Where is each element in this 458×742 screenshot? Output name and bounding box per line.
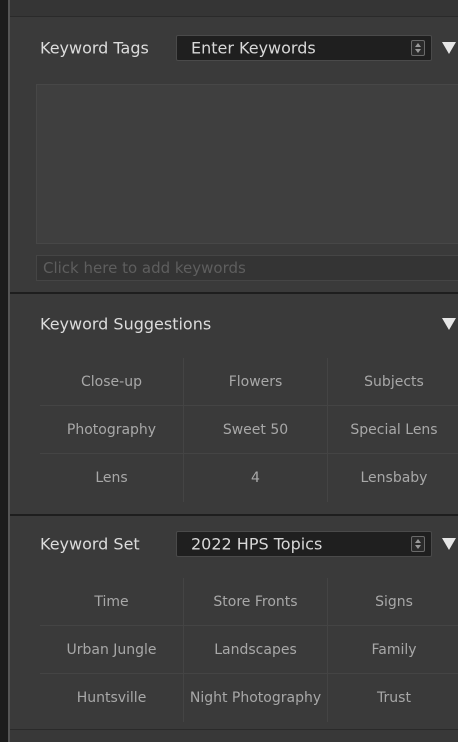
keyword-set-label: Keyword Set	[40, 534, 140, 554]
keyword-set-item[interactable]: Store Fronts	[184, 578, 328, 626]
keyword-set-item[interactable]: Family	[328, 626, 458, 674]
keyword-suggestions-label: Keyword Suggestions	[40, 314, 212, 334]
keyword-suggestions-header: Keyword Suggestions	[10, 300, 458, 348]
collapse-triangle-icon[interactable]	[442, 42, 456, 54]
keyword-set-dropdown-value: 2022 HPS Topics	[191, 534, 323, 554]
keyword-suggestion[interactable]: Lens	[40, 454, 184, 502]
keyword-set-item[interactable]: Signs	[328, 578, 458, 626]
keyword-suggestions-grid: Close-up Flowers Subjects Photography Sw…	[40, 358, 458, 502]
keyword-set-item[interactable]: Huntsville	[40, 674, 184, 722]
collapse-triangle-icon[interactable]	[442, 538, 456, 550]
keyword-suggestion[interactable]: Photography	[40, 406, 184, 454]
keyword-set-item[interactable]: Urban Jungle	[40, 626, 184, 674]
keyword-set-item[interactable]: Landscapes	[184, 626, 328, 674]
keyword-tags-label: Keyword Tags	[40, 38, 149, 58]
keyword-set-header: Keyword Set 2022 HPS Topics	[10, 520, 458, 568]
keyword-suggestion[interactable]: Lensbaby	[328, 454, 458, 502]
keyword-tags-dropdown[interactable]: Enter Keywords	[176, 35, 432, 61]
keyword-set-dropdown[interactable]: 2022 HPS Topics	[176, 531, 432, 557]
keyword-tags-header: Keyword Tags Enter Keywords	[10, 24, 458, 72]
panel-bottom-edge	[10, 729, 458, 742]
keyword-set-item[interactable]: Trust	[328, 674, 458, 722]
dropdown-stepper-icon	[411, 40, 425, 56]
keywording-panel: Keyword Tags Enter Keywords Keyword Sugg…	[8, 0, 458, 742]
collapse-triangle-icon[interactable]	[442, 318, 456, 330]
keyword-tags-dropdown-value: Enter Keywords	[191, 38, 316, 58]
keyword-suggestion[interactable]: Flowers	[184, 358, 328, 406]
keyword-set-item[interactable]: Time	[40, 578, 184, 626]
section-divider	[10, 514, 458, 516]
keyword-suggestion[interactable]: Sweet 50	[184, 406, 328, 454]
panel-top-edge	[10, 0, 458, 17]
keyword-suggestion[interactable]: Subjects	[328, 358, 458, 406]
keyword-suggestion[interactable]: Special Lens	[328, 406, 458, 454]
keyword-set-item[interactable]: Night Photography	[184, 674, 328, 722]
keyword-tags-textarea[interactable]	[36, 84, 458, 244]
keyword-suggestion[interactable]: Close-up	[40, 358, 184, 406]
section-divider	[10, 292, 458, 294]
dropdown-stepper-icon	[411, 536, 425, 552]
keyword-suggestion[interactable]: 4	[184, 454, 328, 502]
add-keywords-input[interactable]	[36, 255, 458, 281]
keyword-set-grid: Time Store Fronts Signs Urban Jungle Lan…	[40, 578, 458, 722]
